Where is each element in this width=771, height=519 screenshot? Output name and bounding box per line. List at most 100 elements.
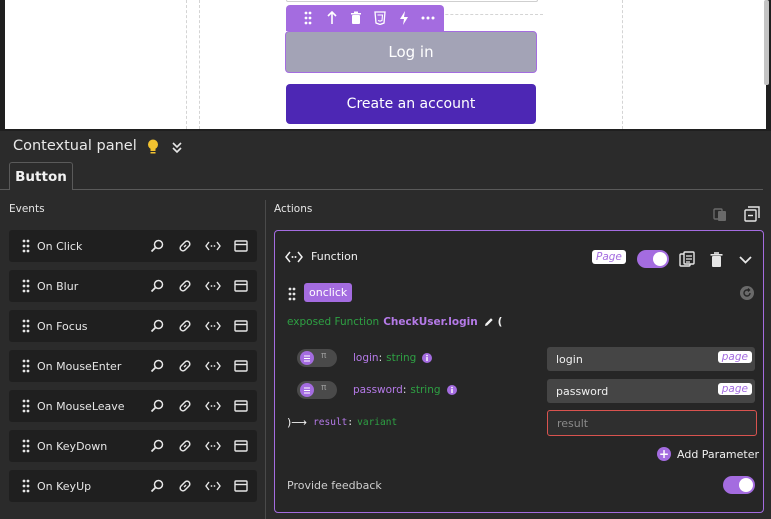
- edit-pencil-icon[interactable]: [484, 317, 494, 327]
- link-icon[interactable]: [175, 237, 195, 255]
- dialog-window-icon[interactable]: [231, 237, 251, 255]
- event-actions: [147, 317, 251, 335]
- drag-handle-icon[interactable]: [296, 6, 320, 30]
- signature-function-name[interactable]: CheckUser.login: [383, 316, 477, 328]
- input-field-edge[interactable]: [286, 0, 538, 2]
- more-options-icon[interactable]: [416, 6, 440, 30]
- drag-handle-icon[interactable]: [287, 286, 297, 300]
- page-badge[interactable]: page: [717, 383, 752, 395]
- action-enabled-toggle[interactable]: [637, 250, 669, 268]
- page-badge[interactable]: page: [717, 351, 752, 363]
- drag-handle-icon[interactable]: [21, 439, 31, 453]
- param-mode-toggle[interactable]: π: [297, 349, 337, 367]
- tab-divider: [73, 189, 763, 190]
- info-icon[interactable]: [422, 353, 433, 363]
- scope-badge[interactable]: Page: [592, 250, 626, 264]
- event-label: On MouseEnter: [37, 359, 122, 373]
- copy-icon[interactable]: [679, 251, 696, 268]
- event-on-keydown[interactable]: On KeyDown: [9, 430, 257, 462]
- select-parent-icon[interactable]: [320, 6, 344, 30]
- delete-icon[interactable]: [708, 251, 725, 268]
- inspect-icon[interactable]: [147, 397, 167, 415]
- create-account-button[interactable]: Create an account: [286, 84, 536, 124]
- event-on-mouseenter[interactable]: On MouseEnter: [9, 350, 257, 382]
- param-password: π password : string: [297, 381, 457, 399]
- event-label: On Blur: [37, 279, 79, 293]
- param-login-value-field[interactable]: login page: [547, 347, 755, 371]
- canvas-scrollbar[interactable]: [764, 0, 769, 85]
- info-icon[interactable]: [446, 385, 457, 395]
- function-code-icon[interactable]: [203, 477, 223, 495]
- dialog-window-icon[interactable]: [231, 477, 251, 495]
- drag-handle-icon[interactable]: [21, 479, 31, 493]
- collapse-chevron-icon[interactable]: [170, 139, 184, 154]
- link-icon[interactable]: [175, 477, 195, 495]
- inspect-icon[interactable]: [147, 277, 167, 295]
- inspect-icon[interactable]: [147, 477, 167, 495]
- link-icon[interactable]: [175, 277, 195, 295]
- dialog-window-icon[interactable]: [231, 437, 251, 455]
- drag-handle-icon[interactable]: [21, 399, 31, 413]
- login-button[interactable]: Log in: [285, 31, 537, 73]
- event-label: On Focus: [37, 319, 88, 333]
- panel-title: Contextual panel: [13, 138, 137, 154]
- function-code-icon[interactable]: [203, 357, 223, 375]
- feedback-label: Provide feedback: [287, 479, 382, 492]
- function-code-icon[interactable]: [203, 317, 223, 335]
- drag-handle-icon[interactable]: [21, 319, 31, 333]
- event-actions: [147, 437, 251, 455]
- delete-icon[interactable]: [344, 6, 368, 30]
- lightbulb-icon[interactable]: [146, 138, 160, 156]
- event-on-keyup[interactable]: On KeyUp: [9, 470, 257, 502]
- trigger-pill[interactable]: onclick: [304, 283, 353, 302]
- signature-open-paren: (: [497, 316, 503, 328]
- chevron-down-icon[interactable]: [737, 251, 754, 268]
- param-type: string: [386, 352, 417, 364]
- event-on-focus[interactable]: On Focus: [9, 310, 257, 342]
- return-type: variant: [357, 417, 398, 428]
- drag-handle-icon[interactable]: [21, 239, 31, 253]
- drag-handle-icon[interactable]: [21, 279, 31, 293]
- list-icon: [300, 383, 314, 397]
- reset-icon[interactable]: [739, 285, 755, 301]
- param-name: password: [353, 384, 403, 396]
- return-arrow: )⟶: [287, 416, 308, 429]
- function-code-icon[interactable]: [203, 437, 223, 455]
- result-input[interactable]: result: [547, 410, 757, 436]
- inspect-icon[interactable]: [147, 357, 167, 375]
- events-bolt-icon[interactable]: [392, 6, 416, 30]
- dialog-window-icon[interactable]: [231, 277, 251, 295]
- function-code-icon[interactable]: [203, 237, 223, 255]
- link-icon[interactable]: [175, 357, 195, 375]
- event-on-mouseleave[interactable]: On MouseLeave: [9, 390, 257, 422]
- dialog-window-icon[interactable]: [231, 357, 251, 375]
- inspect-icon[interactable]: [147, 317, 167, 335]
- canvas-preview: Log in Create an account: [0, 0, 771, 131]
- param-mode-toggle[interactable]: π: [297, 381, 337, 399]
- collapse-all-icon[interactable]: [744, 206, 760, 222]
- event-on-blur[interactable]: On Blur: [9, 270, 257, 302]
- tab-button[interactable]: Button: [9, 162, 73, 190]
- add-parameter-button[interactable]: + Add Parameter: [657, 447, 759, 461]
- pi-icon: π: [321, 351, 327, 361]
- inspect-icon[interactable]: [147, 437, 167, 455]
- css-icon[interactable]: [368, 6, 392, 30]
- function-code-icon[interactable]: [203, 277, 223, 295]
- actions-toolbar: [712, 206, 760, 222]
- feedback-toggle[interactable]: [723, 476, 755, 494]
- event-actions: [147, 277, 251, 295]
- paste-icon[interactable]: [712, 206, 728, 222]
- link-icon[interactable]: [175, 317, 195, 335]
- inspect-icon[interactable]: [147, 237, 167, 255]
- event-label: On KeyDown: [37, 439, 108, 453]
- function-code-icon[interactable]: [203, 397, 223, 415]
- param-password-value-field[interactable]: password page: [547, 379, 755, 403]
- drag-handle-icon[interactable]: [21, 359, 31, 373]
- event-on-click[interactable]: On Click: [9, 230, 257, 262]
- link-icon[interactable]: [175, 437, 195, 455]
- link-icon[interactable]: [175, 397, 195, 415]
- function-header[interactable]: Function: [285, 250, 358, 263]
- dialog-window-icon[interactable]: [231, 317, 251, 335]
- dialog-window-icon[interactable]: [231, 397, 251, 415]
- function-action-card: Function Page onclick exposed Function C…: [274, 230, 764, 513]
